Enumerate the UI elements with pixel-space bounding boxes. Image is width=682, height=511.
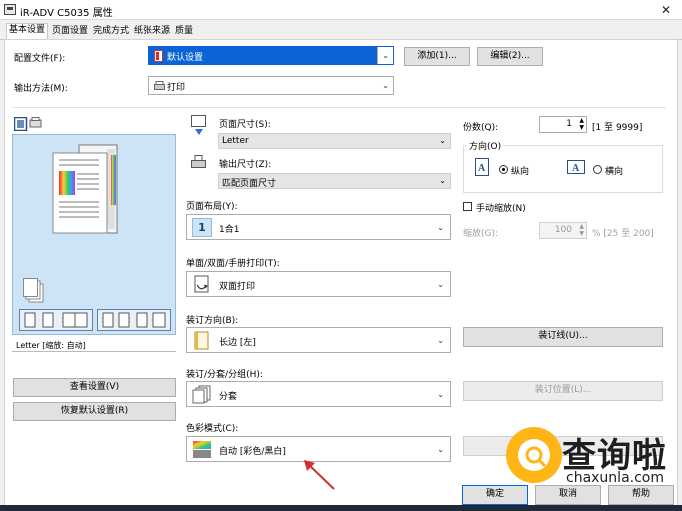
landscape-label: 横向 bbox=[605, 167, 624, 177]
svg-text:A: A bbox=[478, 163, 486, 174]
copies-value: 1 bbox=[566, 119, 572, 129]
duplex-icon bbox=[194, 275, 209, 293]
chevron-down-icon: ⌄ bbox=[437, 445, 444, 454]
edit-profile-button[interactable]: 编辑(2)... bbox=[477, 47, 543, 66]
chevron-down-icon: ⌄ bbox=[437, 280, 444, 289]
output-method-value: 打印 bbox=[167, 83, 186, 93]
manual-scale-checkbox[interactable] bbox=[463, 202, 472, 211]
tab-quality[interactable]: 质量 bbox=[173, 25, 195, 40]
profile-icon bbox=[154, 50, 163, 62]
page-size-icon bbox=[191, 115, 206, 135]
duplex-label: 单面/双面/手册打印(T): bbox=[186, 259, 280, 269]
output-method-label: 输出方法(M): bbox=[14, 84, 68, 94]
binding-value: 长边 [左] bbox=[219, 338, 256, 348]
orientation-label: 方向(O) bbox=[467, 139, 504, 152]
close-button[interactable]: ✕ bbox=[650, 0, 682, 20]
page-layout-number: 1 bbox=[192, 218, 212, 237]
portrait-radio[interactable] bbox=[499, 165, 508, 174]
svg-text:A: A bbox=[572, 163, 580, 174]
annotation-arrow-icon bbox=[304, 460, 335, 490]
cancel-button[interactable]: 取消 bbox=[535, 485, 601, 505]
page-size-label: 页面尺寸(S): bbox=[219, 120, 271, 130]
chevron-down-icon: ⌄ bbox=[439, 176, 446, 185]
booklet-layout-button[interactable] bbox=[19, 309, 93, 331]
chevron-down-icon: ⌄ bbox=[437, 390, 444, 399]
color-mode-icon bbox=[193, 441, 211, 458]
profile-value: 默认设置 bbox=[167, 53, 204, 63]
output-size-label: 输出尺寸(Z): bbox=[219, 160, 272, 170]
chevron-down-icon: ⌄ bbox=[382, 81, 389, 90]
binding-layout-button[interactable] bbox=[97, 309, 171, 331]
scale-spinner[interactable]: 100 ▲ ▼ bbox=[539, 222, 587, 239]
duplex-select[interactable]: 双面打印 ⌄ bbox=[186, 271, 451, 297]
printer-icon bbox=[4, 4, 16, 15]
binding-label: 装订方向(B): bbox=[186, 316, 239, 326]
scale-range: % [25 至 200] bbox=[592, 229, 654, 239]
taskbar bbox=[0, 505, 682, 511]
watermark-search-icon bbox=[525, 446, 546, 467]
divider bbox=[12, 351, 176, 352]
tab-strip: 基本设置 页面设置 完成方式 纸张来源 质量 bbox=[0, 22, 682, 41]
collate-icon bbox=[192, 385, 211, 404]
copies-spinner[interactable]: 1 ▲ ▼ bbox=[539, 116, 587, 133]
window-title: iR-ADV C5035 属性 bbox=[20, 8, 113, 19]
color-mode-label: 色彩模式(C): bbox=[186, 424, 239, 434]
preview-caption: Letter [缩放: 自动] bbox=[16, 341, 86, 350]
chevron-down-icon: ⌄ bbox=[437, 336, 444, 345]
output-size-select[interactable]: 匹配页面尺寸 ⌄ bbox=[218, 173, 451, 189]
spinner-arrows-icon[interactable]: ▲ ▼ bbox=[579, 117, 584, 131]
page-size-select[interactable]: Letter ⌄ bbox=[218, 133, 451, 149]
manual-scale-label: 手动缩放(N) bbox=[476, 204, 526, 214]
page-layout-value: 1合1 bbox=[219, 225, 240, 235]
help-button[interactable]: 帮助 bbox=[608, 485, 674, 505]
chevron-down-icon: ⌄ bbox=[439, 136, 446, 145]
title-bar: iR-ADV C5035 属性 ✕ bbox=[0, 0, 682, 20]
output-method-select[interactable]: 打印 ⌄ bbox=[148, 76, 394, 95]
copies-range: [1 至 9999] bbox=[592, 123, 643, 133]
staple-position-button[interactable]: 装订位置(L)... bbox=[463, 381, 663, 401]
tab-finishing[interactable]: 完成方式 bbox=[91, 25, 131, 40]
color-mode-value: 自动 [彩色/黑白] bbox=[219, 447, 286, 457]
output-size-value: 匹配页面尺寸 bbox=[222, 179, 277, 189]
divider bbox=[12, 107, 666, 108]
chevron-down-icon: ⌄ bbox=[382, 51, 389, 60]
scale-value: 100 bbox=[554, 225, 572, 235]
binding-long-edge-icon bbox=[194, 331, 209, 350]
collate-label: 装订/分套/分组(H): bbox=[186, 370, 263, 380]
preview-panel bbox=[12, 134, 176, 335]
page-size-value: Letter bbox=[222, 136, 249, 146]
add-profile-button[interactable]: 添加(1)... bbox=[404, 47, 470, 66]
page-layout-select[interactable]: 1 1合1 ⌄ bbox=[186, 214, 451, 240]
chevron-down-icon: ⌄ bbox=[437, 223, 444, 232]
portrait-icon: A bbox=[475, 158, 489, 176]
copies-stack-icon bbox=[23, 278, 44, 303]
ok-button[interactable]: 确定 bbox=[462, 485, 528, 505]
spinner-arrows-icon[interactable]: ▲ ▼ bbox=[579, 223, 584, 237]
landscape-radio[interactable] bbox=[593, 165, 602, 174]
duplex-page-icon bbox=[52, 144, 118, 234]
landscape-icon: A bbox=[567, 160, 585, 174]
restore-defaults-button[interactable]: 恢复默认设置(R) bbox=[13, 402, 176, 421]
profile-select[interactable]: 默认设置 ⌄ bbox=[148, 46, 394, 65]
tab-page-setup[interactable]: 页面设置 bbox=[50, 25, 90, 40]
page-layout-label: 页面布局(Y): bbox=[186, 202, 238, 212]
scale-label: 缩放(G): bbox=[463, 229, 499, 239]
view-settings-button[interactable]: 查看设置(V) bbox=[13, 378, 176, 397]
collate-value: 分套 bbox=[219, 392, 238, 402]
collate-select[interactable]: 分套 ⌄ bbox=[186, 381, 451, 407]
portrait-label: 纵向 bbox=[511, 167, 530, 177]
copies-label: 份数(Q): bbox=[463, 123, 499, 133]
duplex-value: 双面打印 bbox=[219, 282, 256, 292]
tab-paper-source[interactable]: 纸张来源 bbox=[132, 25, 172, 40]
gutter-button[interactable]: 装订线(U)... bbox=[463, 327, 663, 347]
printer-icon bbox=[154, 81, 165, 90]
orientation-group bbox=[463, 145, 663, 193]
binding-select[interactable]: 长边 [左] ⌄ bbox=[186, 327, 451, 353]
preview-mode-icons[interactable] bbox=[14, 117, 44, 131]
watermark-url: chaxunla.com bbox=[566, 470, 664, 486]
output-size-printer-icon bbox=[191, 155, 206, 168]
profile-label: 配置文件(F): bbox=[14, 54, 66, 64]
